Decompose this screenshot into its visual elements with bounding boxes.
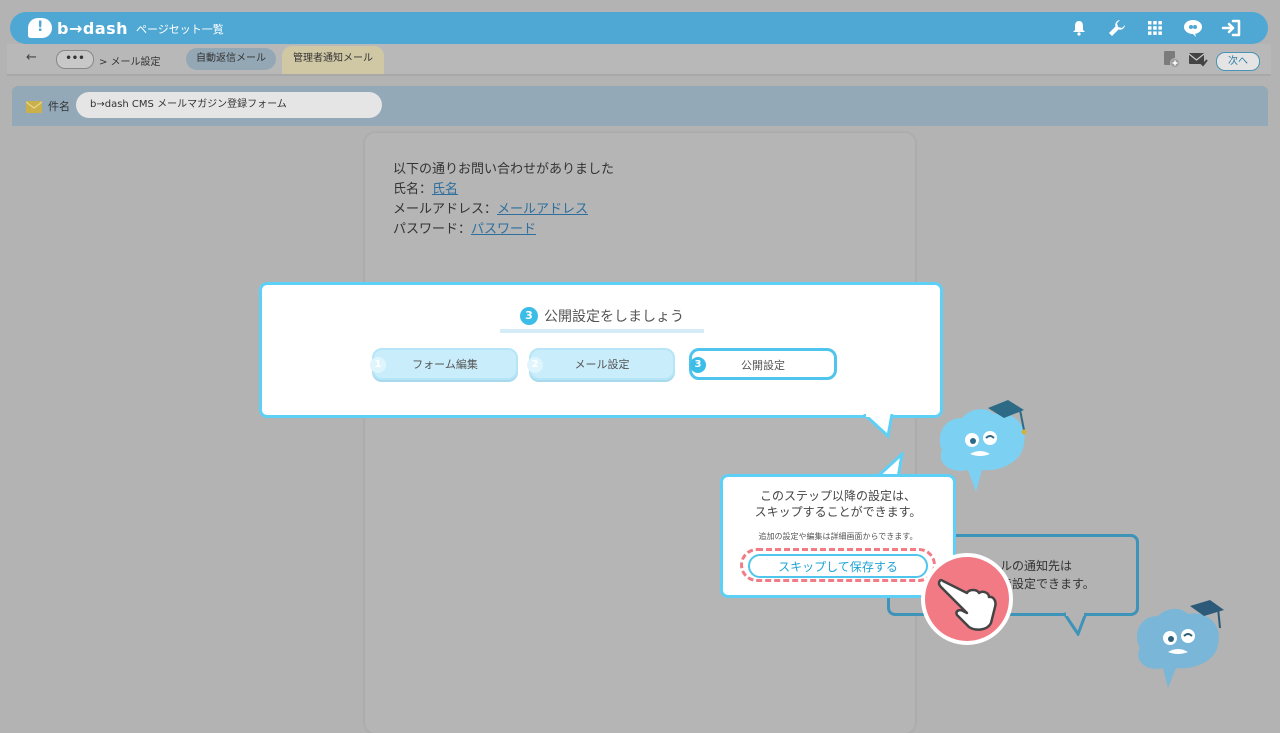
subject-label: 件名 xyxy=(48,100,70,113)
step-mail-settings[interactable]: 2 メール設定 xyxy=(527,348,675,380)
mail-body-text: 以下の通りお問い合わせがありました 氏名：氏名 メールアドレス：メールアドレス … xyxy=(393,160,614,240)
tutorial-dialog-tail xyxy=(862,414,894,439)
hidden-tip-line2: で設定できます。 xyxy=(1000,577,1095,591)
tab-admin-notify-mail[interactable]: 管理者通知メール xyxy=(282,46,384,74)
next-button[interactable]: 次へ xyxy=(1216,51,1260,71)
password-variable-link[interactable]: パスワード xyxy=(471,222,536,237)
step-publish-settings[interactable]: 3 公開設定 xyxy=(689,348,837,380)
add-document-icon[interactable] xyxy=(1162,50,1180,72)
email-variable-link[interactable]: メールアドレス xyxy=(497,202,588,217)
hidden-tip-line1: ルの通知先は xyxy=(1000,559,1073,573)
step-2-label: メール設定 xyxy=(574,358,630,371)
password-label: パスワード： xyxy=(393,222,472,237)
page-title[interactable]: ページセット一覧 xyxy=(136,21,224,37)
tab-auto-reply-mail[interactable]: 自動返信メール xyxy=(186,48,276,70)
mail-email-line: メールアドレス：メールアドレス xyxy=(393,200,614,220)
skip-tip-note: 追加の設定や編集は詳細画面からできます。 xyxy=(758,532,918,541)
bdash-logo[interactable]: b→dash xyxy=(28,15,128,41)
grid-icon[interactable] xyxy=(1144,17,1166,39)
step-1-number: 1 xyxy=(370,357,386,373)
brain-icon[interactable] xyxy=(1182,17,1204,39)
tutorial-heading: 3 公開設定をしましょう xyxy=(500,303,704,333)
heading-text: 公開設定をしましょう xyxy=(544,309,684,325)
heading-step-number: 3 xyxy=(520,307,538,325)
step-1-label: フォーム編集 xyxy=(412,358,478,371)
skip-tip-line2: スキップすることができます。 xyxy=(754,505,922,519)
breadcrumb-more-button[interactable]: ••• xyxy=(56,50,94,69)
email-label: メールアドレス： xyxy=(393,202,498,217)
skip-tip-text: このステップ以降の設定は、 スキップすることができます。 xyxy=(720,488,956,520)
step-3-number: 3 xyxy=(690,357,706,373)
hidden-tip-tail xyxy=(1064,612,1088,636)
hidden-tip-text: ルの通知先は で設定できます。 xyxy=(1000,557,1095,593)
breadcrumb-mail-settings[interactable]: > メール設定 xyxy=(99,53,161,68)
name-variable-link[interactable]: 氏名 xyxy=(432,182,458,197)
back-arrow-icon[interactable]: ← xyxy=(26,50,37,65)
bell-icon[interactable] xyxy=(1068,17,1090,39)
wrench-icon[interactable] xyxy=(1106,17,1128,39)
mail-intro-line: 以下の通りお問い合わせがありました xyxy=(393,162,615,177)
name-label: 氏名： xyxy=(393,182,433,197)
skip-tip-line1: このステップ以降の設定は、 xyxy=(759,489,916,503)
step-2-number: 2 xyxy=(527,357,543,373)
skip-and-save-button[interactable]: スキップして保存する xyxy=(748,554,928,578)
pointing-hand-icon xyxy=(921,553,1013,645)
mail-check-icon[interactable] xyxy=(1188,51,1208,71)
mascot-bottom-icon xyxy=(1137,600,1224,688)
mail-password-line: パスワード：パスワード xyxy=(393,220,614,240)
step-3-label: 公開設定 xyxy=(741,359,785,372)
top-navigation-bar: b→dash ページセット一覧 xyxy=(10,12,1268,44)
logo-bubble-icon xyxy=(28,18,52,38)
envelope-icon xyxy=(25,98,43,117)
subject-input[interactable]: b→dash CMS メールマガジン登録フォーム xyxy=(76,92,382,118)
logout-icon[interactable] xyxy=(1220,17,1242,39)
logo-text: b→dash xyxy=(57,18,129,38)
mail-name-line: 氏名：氏名 xyxy=(393,180,614,200)
step-form-edit[interactable]: 1 フォーム編集 xyxy=(370,348,518,380)
